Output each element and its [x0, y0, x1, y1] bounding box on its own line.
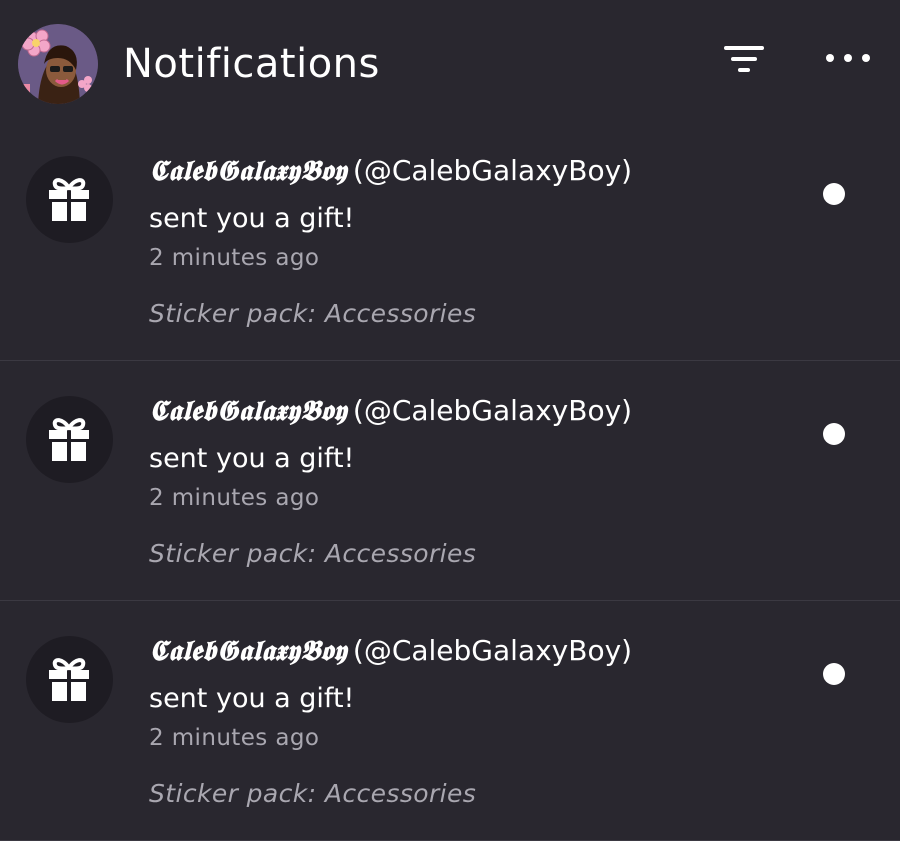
sender-handle[interactable]: (@CalebGalaxyBoy) — [353, 634, 632, 667]
filter-icon — [724, 46, 764, 72]
sender-handle[interactable]: (@CalebGalaxyBoy) — [353, 394, 632, 427]
avatar-image — [18, 24, 98, 104]
header-bar: Notifications — [0, 0, 900, 128]
sender-display-name: 𝕮𝖆𝖑𝖊𝖇𝕲𝖆𝖑𝖆𝖝𝖞𝕭𝖔𝖞 — [149, 634, 347, 667]
filter-button[interactable] — [718, 40, 770, 80]
page-title: Notifications — [123, 41, 380, 87]
notification-detail: Sticker pack: Accessories — [149, 539, 477, 568]
gift-icon — [49, 178, 89, 221]
more-horizontal-icon — [826, 54, 870, 62]
unread-indicator — [823, 183, 845, 205]
notification-sender: 𝕮𝖆𝖑𝖊𝖇𝕲𝖆𝖑𝖆𝖝𝖞𝕭𝖔𝖞 (@CalebGalaxyBoy) — [149, 631, 632, 671]
notification-detail: Sticker pack: Accessories — [149, 299, 477, 328]
notification-message: sent you a gift! — [149, 443, 355, 474]
gift-icon-badge — [26, 636, 113, 723]
notification-time: 2 minutes ago — [149, 245, 320, 271]
unread-indicator — [823, 423, 845, 445]
notification-message: sent you a gift! — [149, 203, 355, 234]
notification-detail: Sticker pack: Accessories — [149, 779, 477, 808]
notification-time: 2 minutes ago — [149, 725, 320, 751]
gift-icon — [49, 418, 89, 461]
gift-icon-badge — [26, 156, 113, 243]
more-options-button[interactable] — [820, 40, 876, 80]
avatar[interactable] — [18, 24, 98, 104]
notification-list: 𝕮𝖆𝖑𝖊𝖇𝕲𝖆𝖑𝖆𝖝𝖞𝕭𝖔𝖞 (@CalebGalaxyBoy) sent you… — [0, 121, 900, 841]
gift-icon — [49, 658, 89, 701]
notification-sender: 𝕮𝖆𝖑𝖊𝖇𝕲𝖆𝖑𝖆𝖝𝖞𝕭𝖔𝖞 (@CalebGalaxyBoy) — [149, 391, 632, 431]
notification-sender: 𝕮𝖆𝖑𝖊𝖇𝕲𝖆𝖑𝖆𝖝𝖞𝕭𝖔𝖞 (@CalebGalaxyBoy) — [149, 151, 632, 191]
sender-display-name: 𝕮𝖆𝖑𝖊𝖇𝕲𝖆𝖑𝖆𝖝𝖞𝕭𝖔𝖞 — [149, 154, 347, 187]
gift-icon-badge — [26, 396, 113, 483]
sender-display-name: 𝕮𝖆𝖑𝖊𝖇𝕲𝖆𝖑𝖆𝖝𝖞𝕭𝖔𝖞 — [149, 394, 347, 427]
unread-indicator — [823, 663, 845, 685]
sender-handle[interactable]: (@CalebGalaxyBoy) — [353, 154, 632, 187]
notification-item[interactable]: 𝕮𝖆𝖑𝖊𝖇𝕲𝖆𝖑𝖆𝖝𝖞𝕭𝖔𝖞 (@CalebGalaxyBoy) sent you… — [0, 601, 900, 841]
notification-time: 2 minutes ago — [149, 485, 320, 511]
notification-message: sent you a gift! — [149, 683, 355, 714]
notification-item[interactable]: 𝕮𝖆𝖑𝖊𝖇𝕲𝖆𝖑𝖆𝖝𝖞𝕭𝖔𝖞 (@CalebGalaxyBoy) sent you… — [0, 121, 900, 361]
notification-item[interactable]: 𝕮𝖆𝖑𝖊𝖇𝕲𝖆𝖑𝖆𝖝𝖞𝕭𝖔𝖞 (@CalebGalaxyBoy) sent you… — [0, 361, 900, 601]
